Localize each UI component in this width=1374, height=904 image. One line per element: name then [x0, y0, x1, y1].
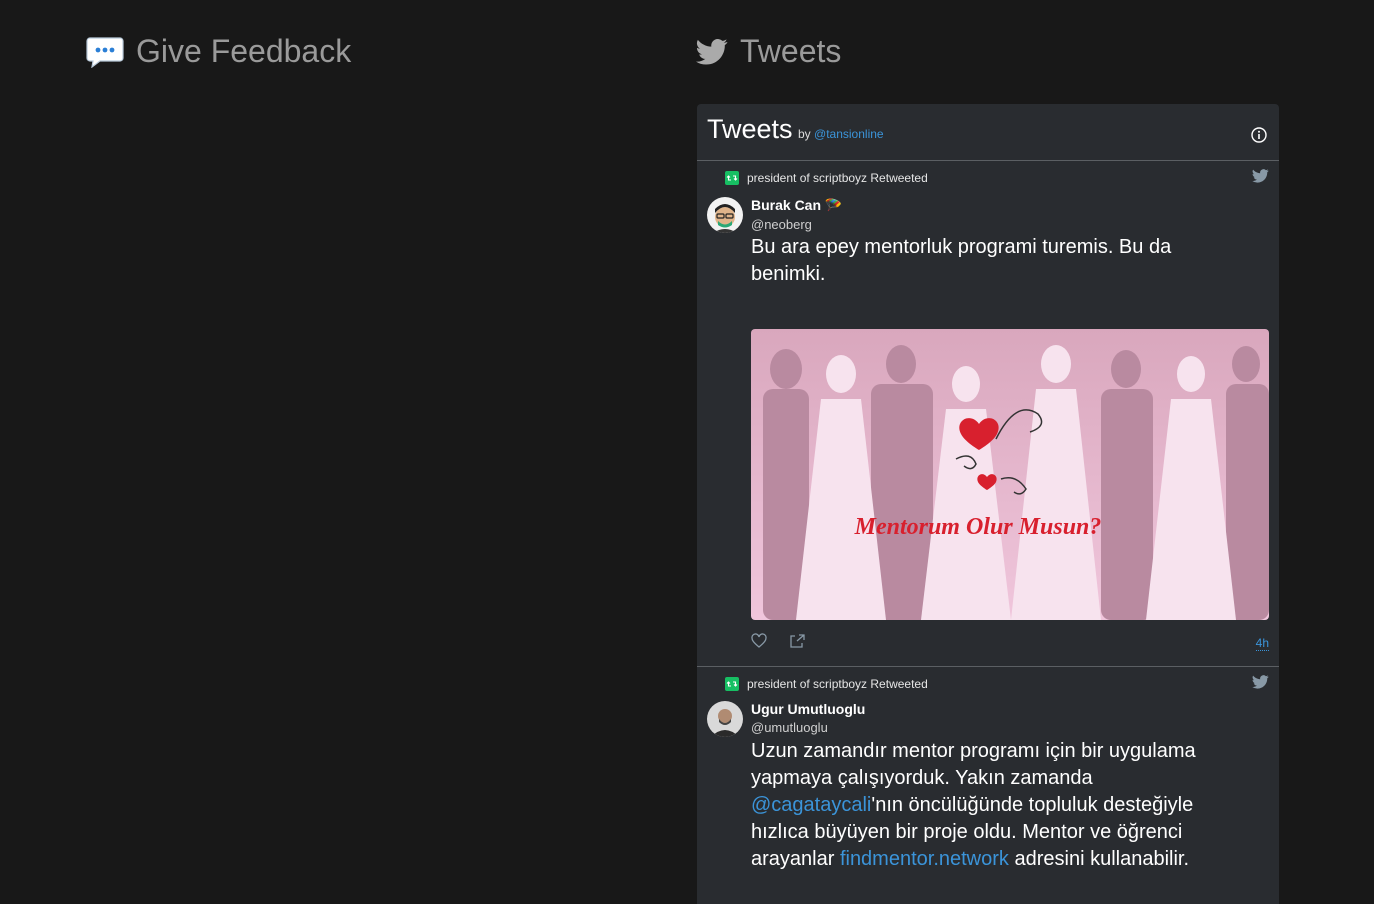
- info-icon[interactable]: [1251, 127, 1267, 148]
- retweet-icon: [725, 677, 739, 691]
- tweet-text-part: Uzun zamandır mentor programı için bir u…: [751, 740, 1196, 789]
- author-handle[interactable]: @umutluoglu: [751, 720, 828, 735]
- tweets-heading-label: Tweets: [740, 33, 842, 69]
- give-feedback-label: Give Feedback: [136, 33, 352, 69]
- twitter-bird-icon[interactable]: [1252, 169, 1269, 188]
- heart-icon[interactable]: [751, 633, 767, 654]
- timeline-by-label: by: [798, 127, 811, 141]
- retweet-label: president of scriptboyz Retweeted: [747, 677, 928, 691]
- retweet-icon: [725, 171, 739, 185]
- avatar[interactable]: [707, 701, 743, 737]
- timeline-byline: by @tansionline: [798, 127, 884, 141]
- tweet-text: Uzun zamandır mentor programı için bir u…: [751, 738, 1221, 873]
- timeline-title: Tweets: [707, 114, 793, 144]
- tweet-text-part: adresini kullanabilir.: [1008, 848, 1190, 870]
- author-handle[interactable]: @neoberg: [751, 217, 812, 232]
- tweet-item[interactable]: president of scriptboyz Retweeted Burak …: [697, 161, 1279, 667]
- tweet-actions: [751, 633, 805, 654]
- twitter-timeline: Tweets by @tansionline president of scri…: [697, 104, 1279, 904]
- tweets-heading: Tweets: [696, 33, 841, 70]
- timeline-header: Tweets by @tansionline: [697, 104, 1279, 161]
- tweet-timestamp[interactable]: 4h: [1255, 636, 1269, 651]
- mention-link[interactable]: @cagataycali: [751, 794, 871, 816]
- give-feedback-heading: Give Feedback: [86, 33, 351, 70]
- retweet-indicator: president of scriptboyz Retweeted: [725, 171, 928, 185]
- retweet-indicator: president of scriptboyz Retweeted: [725, 677, 928, 691]
- avatar[interactable]: [707, 197, 743, 233]
- twitter-bird-icon: [696, 38, 728, 66]
- url-link[interactable]: findmentor.network: [840, 848, 1009, 870]
- author-name[interactable]: Ugur Umutluoglu: [751, 701, 865, 717]
- tweet-text: Bu ara epey mentorluk programi turemis. …: [751, 236, 1172, 285]
- share-icon[interactable]: [789, 633, 805, 654]
- tweet-media-image[interactable]: Mentorum Olur Musun?: [751, 329, 1269, 620]
- timeline-handle-link[interactable]: @tansionline: [814, 127, 884, 141]
- media-caption: Mentorum Olur Musun?: [854, 514, 1102, 540]
- author-name[interactable]: Burak Can 🪂: [751, 197, 842, 214]
- tweet-item[interactable]: president of scriptboyz Retweeted Ugur U…: [697, 667, 1279, 904]
- twitter-bird-icon[interactable]: [1252, 675, 1269, 694]
- speech-bubble-icon: [86, 36, 124, 68]
- retweet-label: president of scriptboyz Retweeted: [747, 171, 928, 185]
